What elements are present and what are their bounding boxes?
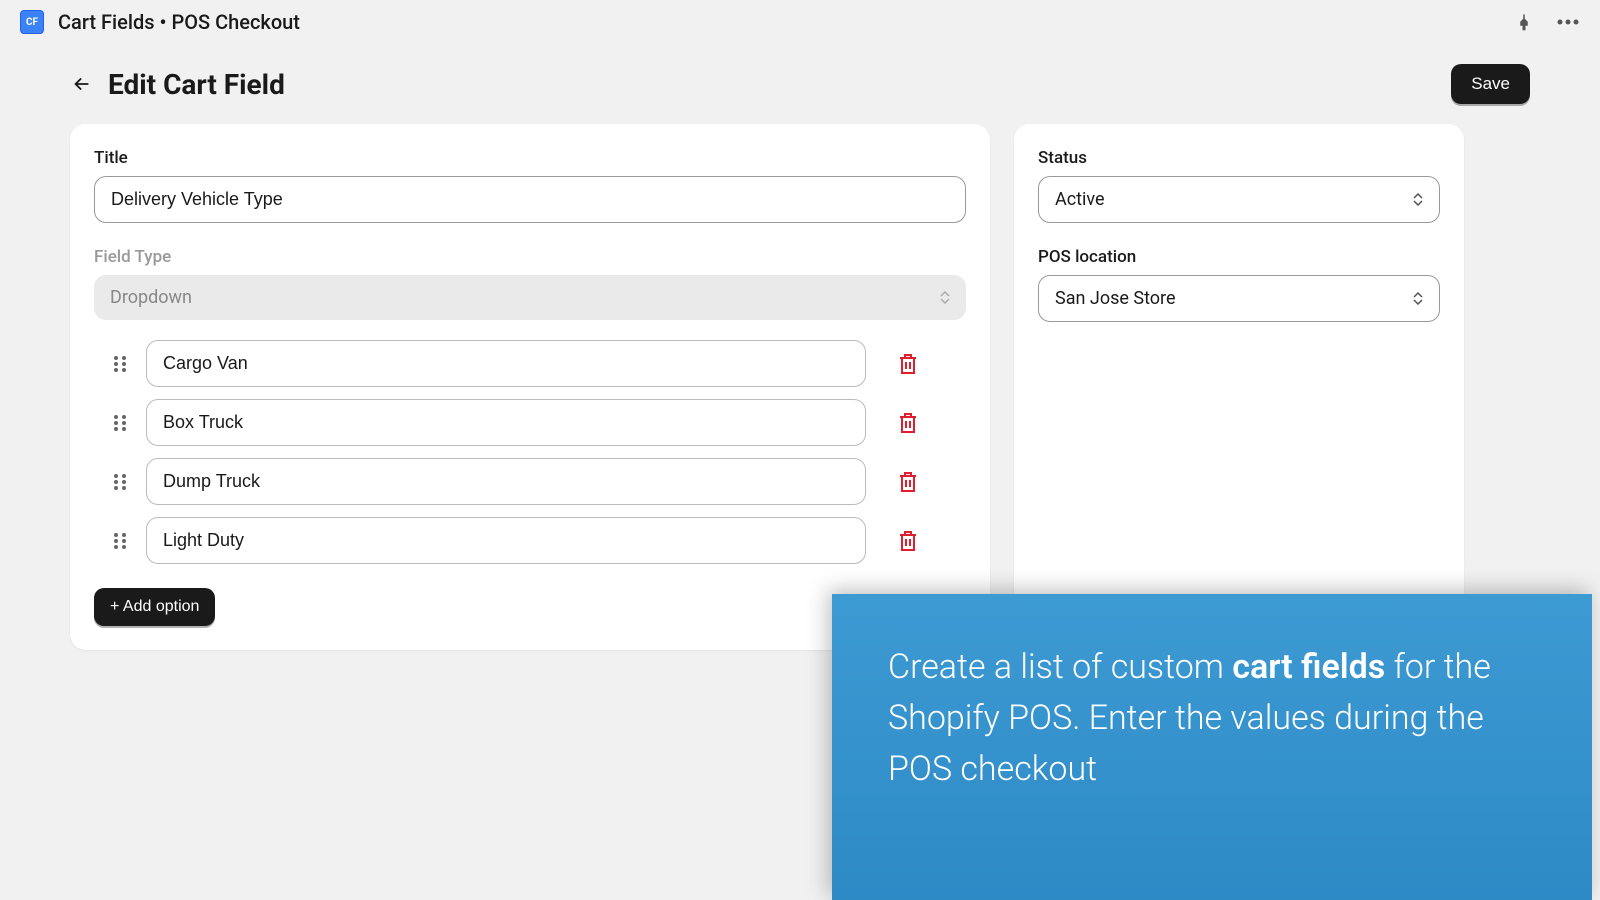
- drag-handle-icon[interactable]: [114, 415, 128, 431]
- option-row: [114, 399, 966, 446]
- back-arrow-icon[interactable]: [70, 72, 94, 96]
- option-input[interactable]: [146, 340, 866, 387]
- field-type-label: Field Type: [94, 247, 966, 267]
- add-option-button[interactable]: + Add option: [94, 588, 215, 626]
- overlay-text-before: Create a list of custom: [888, 647, 1232, 687]
- option-row: [114, 517, 966, 564]
- option-input[interactable]: [146, 399, 866, 446]
- delete-option-icon[interactable]: [896, 529, 920, 553]
- chevron-updown-icon: [1413, 292, 1423, 305]
- field-type-select: Dropdown: [94, 275, 966, 320]
- chevron-updown-icon: [940, 291, 950, 304]
- more-icon[interactable]: [1556, 10, 1580, 34]
- delete-option-icon[interactable]: [896, 411, 920, 435]
- options-list: [94, 340, 966, 564]
- location-value: San Jose Store: [1055, 288, 1176, 309]
- chevron-updown-icon: [1413, 193, 1423, 206]
- location-label: POS location: [1038, 247, 1440, 267]
- top-actions: [1512, 10, 1580, 34]
- app-icon: CF: [20, 10, 44, 34]
- drag-handle-icon[interactable]: [114, 533, 128, 549]
- title-label: Title: [94, 148, 966, 168]
- content: Title Field Type Dropdown: [0, 124, 1600, 650]
- page-header: Edit Cart Field Save: [0, 44, 1600, 124]
- option-input[interactable]: [146, 517, 866, 564]
- overlay-text-bold: cart fields: [1232, 647, 1385, 687]
- drag-handle-icon[interactable]: [114, 356, 128, 372]
- option-row: [114, 340, 966, 387]
- main-card: Title Field Type Dropdown: [70, 124, 990, 650]
- pin-icon[interactable]: [1512, 10, 1536, 34]
- location-select[interactable]: San Jose Store: [1038, 275, 1440, 322]
- status-label: Status: [1038, 148, 1440, 168]
- status-value: Active: [1055, 189, 1105, 210]
- top-bar: CF Cart Fields • POS Checkout: [0, 0, 1600, 44]
- delete-option-icon[interactable]: [896, 352, 920, 376]
- title-input[interactable]: [94, 176, 966, 223]
- delete-option-icon[interactable]: [896, 470, 920, 494]
- field-type-value: Dropdown: [110, 287, 192, 308]
- save-button[interactable]: Save: [1451, 64, 1530, 104]
- option-input[interactable]: [146, 458, 866, 505]
- option-row: [114, 458, 966, 505]
- status-select[interactable]: Active: [1038, 176, 1440, 223]
- side-card: Status Active POS location San Jose Stor…: [1014, 124, 1464, 650]
- drag-handle-icon[interactable]: [114, 474, 128, 490]
- app-title: Cart Fields • POS Checkout: [58, 10, 1512, 34]
- page-title: Edit Cart Field: [108, 68, 1451, 101]
- promo-overlay: Create a list of custom cart fields for …: [832, 594, 1592, 900]
